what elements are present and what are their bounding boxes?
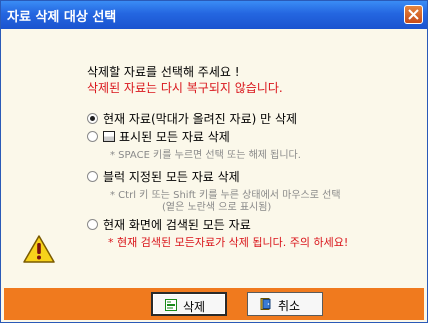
radio-current-item[interactable] [87, 113, 98, 124]
cancel-button[interactable]: 취소 [247, 292, 323, 316]
search-delete-warning: * 현재 검색된 모든자료가 삭제 됩니다. 주의 하세요! [108, 236, 349, 249]
keyboard-icon [103, 131, 115, 142]
highlight-color-hint: (옅은 노란색 으로 표시됨) [162, 202, 272, 213]
space-key-hint: * SPACE 키를 누르면 선택 또는 해제 됩니다. [110, 150, 301, 161]
cancel-button-label: 취소 [278, 299, 301, 313]
radio-displayed-items[interactable] [87, 131, 98, 142]
close-icon [408, 9, 419, 20]
radio-block-selected-items[interactable] [87, 171, 98, 182]
option-displayed-items-label[interactable]: 표시된 모든 자료 삭제 [103, 128, 230, 145]
warning-icon [23, 235, 55, 263]
radio-searched-items[interactable] [87, 219, 98, 230]
exit-door-icon [260, 298, 271, 310]
close-button[interactable] [404, 5, 423, 24]
option-searched-items-label[interactable]: 현재 화면에 검색된 모든 자료 [103, 216, 251, 233]
button-bar: 삭제 취소 [4, 288, 424, 320]
delete-button[interactable]: 삭제 [151, 292, 227, 316]
delete-button-label: 삭제 [183, 300, 206, 314]
option-current-item-label[interactable]: 현재 자료(막대가 올려진 자료) 만 삭제 [103, 110, 297, 127]
delete-icon [165, 299, 177, 311]
window-title: 자료 삭제 대상 선택 [7, 10, 117, 25]
title-bar: 자료 삭제 대상 선택 [1, 1, 427, 29]
dialog-content: 삭제할 자료를 선택해 주세요 ! 삭제된 자료는 다시 복구되지 않습니다. … [4, 29, 424, 288]
delete-target-dialog: 자료 삭제 대상 선택 삭제할 자료를 선택해 주세요 ! 삭제된 자료는 다시… [0, 0, 428, 323]
instruction-text: 삭제할 자료를 선택해 주세요 ! [87, 65, 240, 79]
irreversible-warning-text: 삭제된 자료는 다시 복구되지 않습니다. [87, 81, 283, 95]
option-block-selected-label[interactable]: 블럭 지정된 모든 자료 삭제 [103, 168, 240, 185]
